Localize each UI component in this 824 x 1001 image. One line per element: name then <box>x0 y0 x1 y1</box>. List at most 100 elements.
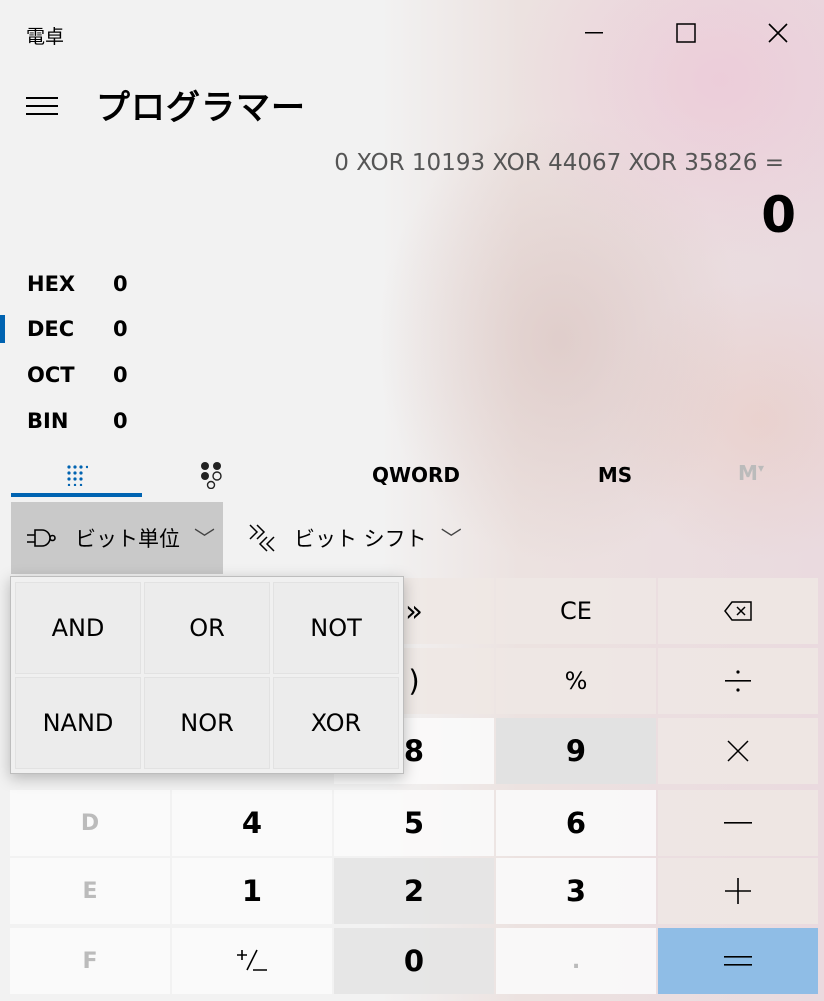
key-label: D <box>80 810 100 836</box>
active-tab-indicator <box>11 493 142 497</box>
radix-value: 0 <box>113 409 128 433</box>
divide-key[interactable] <box>658 648 818 714</box>
plus-icon <box>725 878 751 904</box>
hex-f-key[interactable]: F <box>10 928 170 994</box>
memory-store-label: MS <box>597 463 633 487</box>
bitwise-flyout: AND OR NOT NAND NOR XOR <box>10 576 404 774</box>
maximize-button[interactable] <box>640 0 732 66</box>
key-label: . <box>571 948 581 974</box>
memory-recall-button[interactable]: M ▾ <box>716 450 786 496</box>
digit-5-key[interactable]: 5 <box>334 790 494 856</box>
result-display: 0 <box>761 186 796 244</box>
key-label: E <box>82 878 98 904</box>
key-label: 6 <box>565 806 587 840</box>
memory-recall-label: M <box>738 461 758 485</box>
hex-d-key[interactable]: D <box>10 790 170 856</box>
keypad-icon <box>66 465 88 486</box>
multiply-key[interactable] <box>658 718 818 784</box>
bitshift-label: ビット シフト <box>294 527 427 551</box>
close-button[interactable] <box>732 0 824 66</box>
radix-label: DEC <box>27 317 75 341</box>
key-label: OR <box>189 614 225 642</box>
or-button[interactable]: OR <box>144 582 270 674</box>
memory-store-button[interactable]: MS <box>570 452 660 498</box>
key-label: 1 <box>241 874 263 908</box>
key-label: 2 <box>403 874 425 908</box>
radix-label: HEX <box>27 272 76 296</box>
radix-value: 0 <box>113 363 128 387</box>
chevron-down-icon: ﹀ <box>440 527 462 551</box>
equals-key[interactable] <box>658 928 818 994</box>
radix-label: BIN <box>27 409 69 433</box>
hex-e-key[interactable]: E <box>10 858 170 924</box>
nor-button[interactable]: NOR <box>144 677 270 769</box>
hamburger-icon <box>26 97 58 115</box>
radix-value: 0 <box>113 272 128 296</box>
and-button[interactable]: AND <box>15 582 141 674</box>
key-label: 4 <box>241 806 263 840</box>
word-size-button[interactable]: QWORD <box>340 452 492 498</box>
key-label: NAND <box>42 709 114 737</box>
subtract-key[interactable] <box>658 790 818 856</box>
clear-entry-key[interactable]: CE <box>496 578 656 644</box>
bitwise-dropdown-button[interactable]: ビット単位 ﹀ <box>11 502 223 574</box>
radix-bin[interactable]: BIN 0 <box>0 401 200 441</box>
radix-value: 0 <box>113 317 128 341</box>
key-label: NOT <box>310 614 362 642</box>
digit-9-key[interactable]: 9 <box>496 718 656 784</box>
key-label: 8 <box>403 734 425 768</box>
bit-toggle-icon <box>201 462 222 489</box>
key-label: 0 <box>403 944 425 978</box>
radix-dec[interactable]: DEC 0 <box>0 309 200 349</box>
backspace-icon <box>724 601 752 621</box>
key-label: % <box>564 667 588 695</box>
negate-key[interactable] <box>172 928 332 994</box>
radix-label: OCT <box>27 363 75 387</box>
bitwise-label: ビット単位 <box>75 527 180 551</box>
tab-bit-toggling[interactable] <box>150 452 274 498</box>
add-key[interactable] <box>658 858 818 924</box>
logic-gate-icon <box>27 529 56 547</box>
multiply-icon <box>727 740 749 762</box>
minus-icon <box>724 822 752 824</box>
key-label: NOR <box>180 709 234 737</box>
key-label: ) <box>408 664 420 698</box>
digit-3-key[interactable]: 3 <box>496 858 656 924</box>
digit-1-key[interactable]: 1 <box>172 858 332 924</box>
chevron-down-icon: ▾ <box>757 461 764 475</box>
modulo-key[interactable]: % <box>496 648 656 714</box>
key-label: XOR <box>310 709 362 737</box>
bitshift-dropdown-button[interactable]: ビット シフト ﹀ <box>232 502 462 574</box>
bit-shift-icon <box>249 524 275 552</box>
key-label: 9 <box>565 734 587 768</box>
equals-icon <box>724 956 752 966</box>
word-size-label: QWORD <box>371 463 461 487</box>
maximize-icon <box>676 23 696 43</box>
digit-0-key[interactable]: 0 <box>334 928 494 994</box>
minimize-icon <box>585 32 603 34</box>
digit-2-key[interactable]: 2 <box>334 858 494 924</box>
mode-title: プログラマー <box>96 88 306 128</box>
radix-oct[interactable]: OCT 0 <box>0 355 200 395</box>
navigation-menu-button[interactable] <box>18 84 66 128</box>
tab-full-keypad[interactable] <box>11 452 142 498</box>
key-label: 3 <box>565 874 587 908</box>
key-label: AND <box>51 614 105 642</box>
close-icon <box>768 23 788 43</box>
key-label: » <box>405 594 423 628</box>
minimize-button[interactable] <box>548 0 640 66</box>
chevron-down-icon: ﹀ <box>194 527 215 551</box>
backspace-key[interactable] <box>658 578 818 644</box>
digit-4-key[interactable]: 4 <box>172 790 332 856</box>
app-title: 電卓 <box>26 26 65 48</box>
not-button[interactable]: NOT <box>273 582 399 674</box>
active-radix-indicator <box>0 315 5 343</box>
digit-6-key[interactable]: 6 <box>496 790 656 856</box>
key-label: CE <box>560 597 592 625</box>
nand-button[interactable]: NAND <box>15 677 141 769</box>
expression-display: 0 XOR 10193 XOR 44067 XOR 35826 = <box>334 150 784 176</box>
xor-button[interactable]: XOR <box>273 677 399 769</box>
key-label: 5 <box>403 806 425 840</box>
radix-hex[interactable]: HEX 0 <box>0 264 200 304</box>
decimal-key[interactable]: . <box>496 928 656 994</box>
